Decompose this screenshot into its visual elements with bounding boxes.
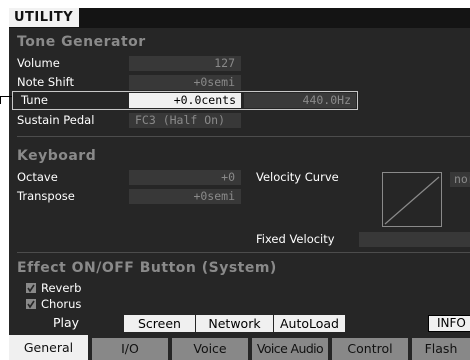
utility-screen: UTILITY Tone Generator Volume 127 Note S… — [9, 8, 470, 360]
octave-label: Octave — [17, 170, 58, 184]
reverb-label: Reverb — [41, 281, 82, 295]
subtab-play[interactable]: Play — [9, 313, 123, 333]
octave-field[interactable]: +0 — [129, 170, 241, 185]
page-title: UTILITY — [9, 8, 79, 27]
tune-hz-field: 440.0Hz — [244, 93, 356, 108]
tab-flash[interactable]: Flash — [412, 338, 470, 360]
tab-voice-audio[interactable]: Voice Audio — [252, 338, 328, 360]
note-shift-field[interactable]: +0semi — [129, 75, 241, 90]
main-tab-bar: General I/O Voice Voice Audio Control Fl… — [9, 335, 470, 360]
chorus-label: Chorus — [41, 297, 82, 311]
subtab-network[interactable]: Network — [195, 315, 273, 332]
title-bar: UTILITY — [9, 8, 470, 28]
sustain-pedal-field[interactable]: FC3 (Half On) — [129, 113, 241, 128]
subtab-screen[interactable]: Screen — [123, 315, 195, 332]
checkbox-checked-icon[interactable] — [26, 283, 36, 293]
volume-field[interactable]: 127 — [129, 56, 241, 71]
tab-general[interactable]: General — [9, 335, 88, 360]
transpose-field[interactable]: +0semi — [129, 189, 241, 204]
velocity-curve-line-icon — [384, 176, 440, 225]
sustain-pedal-label: Sustain Pedal — [17, 113, 95, 127]
transpose-label: Transpose — [17, 189, 75, 203]
sub-tab-bar: Play Screen Network AutoLoad INFO — [9, 313, 470, 333]
section-title-keyboard: Keyboard — [17, 148, 97, 164]
subtab-autoload[interactable]: AutoLoad — [273, 315, 345, 332]
velocity-curve-graph — [382, 172, 442, 227]
section-title-tone-generator: Tone Generator — [17, 34, 146, 50]
fixed-velocity-field[interactable] — [359, 232, 470, 247]
tune-cents-field[interactable]: +0.0cents — [129, 93, 241, 108]
section-divider — [17, 136, 470, 137]
info-button[interactable]: INFO — [428, 315, 470, 332]
tab-control[interactable]: Control — [332, 338, 408, 360]
checkbox-checked-icon[interactable] — [26, 299, 36, 309]
section-divider — [17, 252, 470, 253]
velocity-curve-field[interactable]: normal — [450, 172, 470, 187]
section-title-effect: Effect ON/OFF Button (System) — [17, 260, 277, 276]
fixed-velocity-label: Fixed Velocity — [256, 232, 335, 246]
callout-pointer-line — [0, 96, 12, 97]
volume-label: Volume — [17, 56, 60, 70]
tab-voice[interactable]: Voice — [172, 338, 248, 360]
tab-io[interactable]: I/O — [92, 338, 168, 360]
tune-label: Tune — [21, 93, 48, 107]
note-shift-label: Note Shift — [17, 75, 75, 89]
callout-pointer-tick — [0, 96, 1, 104]
velocity-curve-label: Velocity Curve — [256, 170, 339, 184]
tune-row[interactable]: Tune +0.0cents 440.0Hz — [12, 91, 358, 110]
